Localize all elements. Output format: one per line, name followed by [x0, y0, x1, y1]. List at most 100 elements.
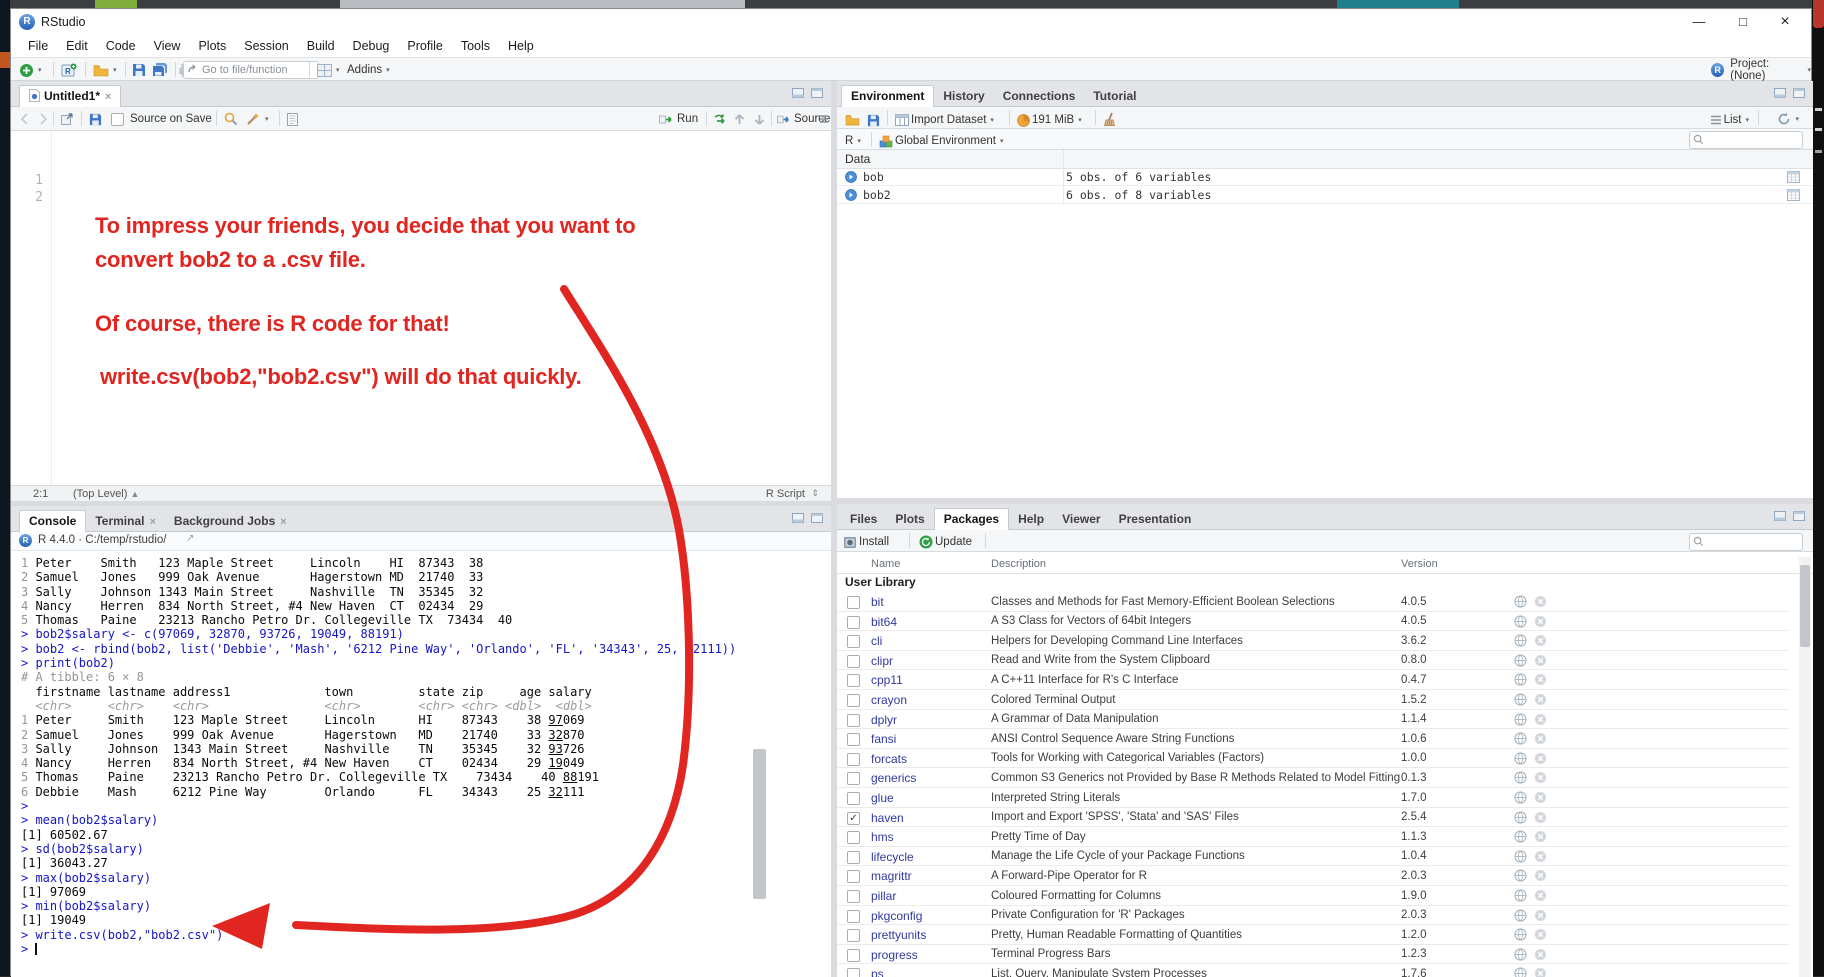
package-name-link[interactable]: clipr: [871, 654, 893, 668]
global-environment-selector[interactable]: Global Environment▾: [879, 132, 1004, 150]
package-website-icon[interactable]: [1514, 850, 1527, 863]
console-popout-icon[interactable]: ↗: [186, 533, 194, 544]
remove-package-icon[interactable]: [1534, 869, 1547, 882]
remove-package-icon[interactable]: [1534, 811, 1547, 824]
project-menu[interactable]: R Project: (None)▾: [1711, 61, 1811, 79]
close-button[interactable]: ×: [1765, 9, 1805, 35]
source-on-save-checkbox[interactable]: Source on Save: [111, 110, 212, 128]
package-website-icon[interactable]: [1514, 791, 1527, 804]
menu-profile[interactable]: Profile: [398, 35, 451, 57]
package-name-link[interactable]: cli: [871, 634, 882, 648]
package-checkbox[interactable]: [847, 655, 860, 668]
package-checkbox[interactable]: [847, 890, 860, 903]
remove-package-icon[interactable]: [1534, 595, 1547, 608]
compile-report-button[interactable]: [287, 110, 298, 128]
remove-package-icon[interactable]: [1534, 693, 1547, 706]
remove-package-icon[interactable]: [1534, 634, 1547, 647]
package-name-link[interactable]: crayon: [871, 693, 907, 707]
package-name-link[interactable]: pillar: [871, 889, 896, 903]
minimize-button[interactable]: —: [1679, 9, 1719, 35]
menu-help[interactable]: Help: [499, 35, 543, 57]
find-replace-button[interactable]: [224, 110, 238, 128]
maximize-pane-icon[interactable]: [811, 513, 823, 523]
new-file-button[interactable]: ▾: [19, 61, 42, 79]
package-website-icon[interactable]: [1514, 732, 1527, 745]
minimize-pane-icon[interactable]: [792, 88, 804, 98]
remove-package-icon[interactable]: [1534, 713, 1547, 726]
package-name-link[interactable]: hms: [871, 830, 894, 844]
maximize-pane-icon[interactable]: [811, 88, 823, 98]
package-website-icon[interactable]: [1514, 752, 1527, 765]
remove-package-icon[interactable]: [1534, 673, 1547, 686]
addins-menu[interactable]: Addins▾: [347, 61, 390, 79]
tab-help[interactable]: Help: [1009, 509, 1053, 530]
package-website-icon[interactable]: [1514, 948, 1527, 961]
menu-edit[interactable]: Edit: [57, 35, 97, 57]
import-dataset-button[interactable]: Import Dataset▾: [895, 111, 994, 129]
package-checkbox[interactable]: [847, 792, 860, 805]
package-website-icon[interactable]: [1514, 654, 1527, 667]
rerun-button[interactable]: [713, 110, 728, 128]
package-name-link[interactable]: dplyr: [871, 713, 897, 727]
package-website-icon[interactable]: [1514, 595, 1527, 608]
console-output[interactable]: 1 Peter Smith 123 Maple Street Lincoln H…: [21, 556, 811, 956]
editor-save-button[interactable]: [89, 110, 102, 128]
remove-package-icon[interactable]: [1534, 791, 1547, 804]
package-name-link[interactable]: magrittr: [871, 869, 912, 883]
package-checkbox[interactable]: [847, 910, 860, 923]
remove-package-icon[interactable]: [1534, 654, 1547, 667]
panes-layout-button[interactable]: ▾: [317, 61, 340, 79]
go-previous-button[interactable]: [733, 110, 746, 128]
environment-search-input[interactable]: [1689, 131, 1803, 149]
environment-row-bob2[interactable]: bob26 obs. of 8 variables: [837, 186, 1813, 204]
column-name[interactable]: Name: [871, 558, 900, 570]
minimize-pane-icon[interactable]: [1774, 511, 1786, 521]
tab-tutorial[interactable]: Tutorial: [1084, 86, 1145, 107]
update-button[interactable]: Update: [919, 533, 972, 551]
package-website-icon[interactable]: [1514, 673, 1527, 686]
remove-package-icon[interactable]: [1534, 732, 1547, 745]
package-name-link[interactable]: cpp11: [871, 673, 903, 687]
console-scrollbar[interactable]: [753, 749, 766, 899]
environment-row-bob[interactable]: bob5 obs. of 6 variables: [837, 168, 1813, 186]
open-file-button[interactable]: ▾: [93, 61, 117, 79]
package-name-link[interactable]: fansi: [871, 732, 896, 746]
package-checkbox[interactable]: [847, 596, 860, 609]
minimize-pane-icon[interactable]: [1774, 88, 1786, 98]
close-tab-icon[interactable]: ×: [149, 516, 155, 528]
remove-package-icon[interactable]: [1534, 948, 1547, 961]
document-outline-button[interactable]: [817, 110, 829, 128]
package-name-link[interactable]: pkgconfig: [871, 909, 922, 923]
scope-indicator[interactable]: (Top Level) ▲: [73, 488, 139, 500]
package-name-link[interactable]: progress: [871, 948, 918, 962]
tab-background-jobs[interactable]: Background Jobs×: [165, 511, 296, 532]
install-button[interactable]: Install: [843, 533, 889, 551]
package-name-link[interactable]: lifecycle: [871, 850, 914, 864]
goto-file-input[interactable]: Go to file/function: [183, 61, 319, 79]
package-checkbox[interactable]: [847, 831, 860, 844]
tab-environment[interactable]: Environment: [841, 85, 934, 107]
tab-history[interactable]: History: [934, 86, 993, 107]
maximize-pane-icon[interactable]: [1793, 88, 1805, 98]
forward-button[interactable]: [35, 110, 49, 128]
editor-body[interactable]: 12 To impress your friends, you decide t…: [11, 131, 831, 485]
title-bar[interactable]: R RStudio — □ ×: [11, 9, 1811, 35]
maximize-button[interactable]: □: [1723, 9, 1763, 35]
tab-terminal[interactable]: Terminal×: [86, 511, 165, 532]
remove-package-icon[interactable]: [1534, 850, 1547, 863]
tab-connections[interactable]: Connections: [994, 86, 1085, 107]
packages-search-input[interactable]: [1689, 533, 1803, 551]
package-website-icon[interactable]: [1514, 771, 1527, 784]
package-website-icon[interactable]: [1514, 713, 1527, 726]
save-all-button[interactable]: [152, 61, 168, 79]
list-view-menu[interactable]: List▾: [1710, 111, 1749, 129]
refresh-button[interactable]: ▾: [1777, 110, 1799, 128]
package-checkbox[interactable]: [847, 616, 860, 629]
package-website-icon[interactable]: [1514, 811, 1527, 824]
package-checkbox[interactable]: [847, 851, 860, 864]
menu-debug[interactable]: Debug: [344, 35, 399, 57]
remove-package-icon[interactable]: [1534, 928, 1547, 941]
menu-build[interactable]: Build: [298, 35, 344, 57]
remove-package-icon[interactable]: [1534, 771, 1547, 784]
package-checkbox[interactable]: [847, 949, 860, 962]
